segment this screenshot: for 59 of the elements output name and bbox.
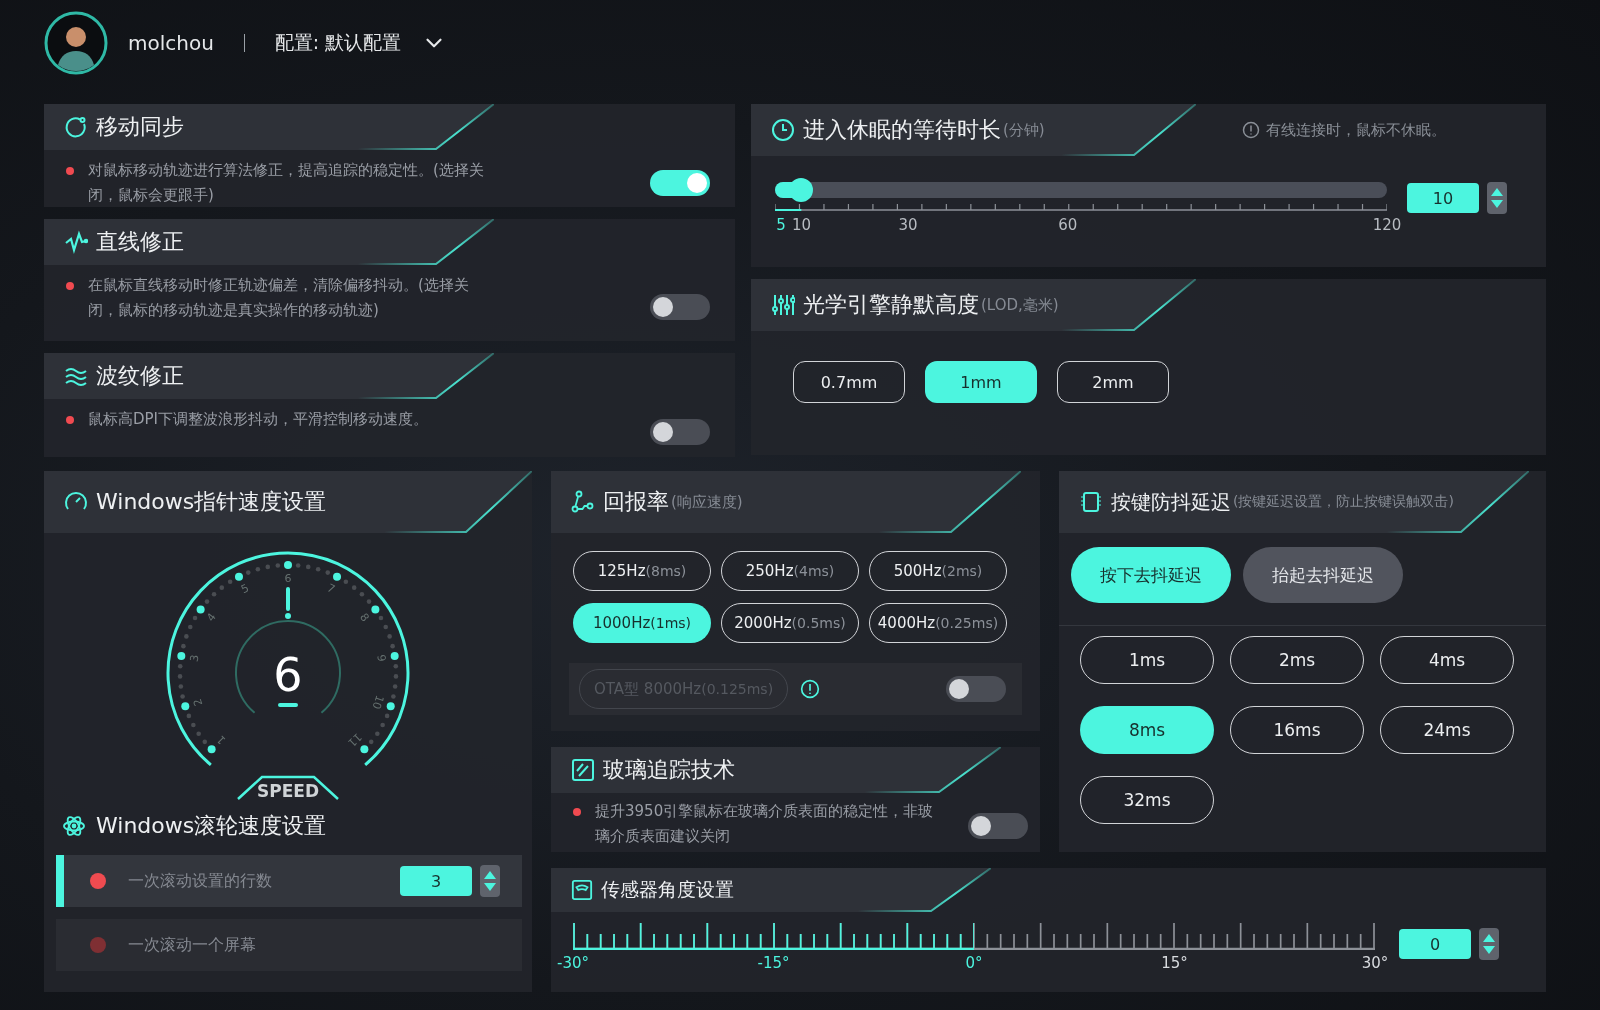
card-title: Windows指针速度设置 [96, 488, 327, 516]
card-title: 传感器角度设置 [601, 877, 734, 902]
card-subtitle: (LOD,毫米) [981, 295, 1059, 315]
dial-label: 5 [239, 581, 252, 597]
dial-label: 8 [357, 610, 372, 625]
card-title: 进入休眠的等待时长 [803, 116, 1001, 144]
note-text: 有线连接时，鼠标不休眠。 [1266, 120, 1446, 140]
speed-caption: SPEED [257, 781, 319, 801]
tick-label: -15° [757, 954, 790, 972]
tick-label: 5 [776, 216, 786, 234]
card-subtitle: (分钟) [1003, 120, 1045, 140]
card-description: 提升3950引擎鼠标在玻璃介质表面的稳定性，非玻璃介质表面建议关闭 [595, 801, 935, 847]
tick-label: 60 [1058, 216, 1078, 234]
card-title: 按键防抖延迟 [1111, 488, 1231, 516]
username: molchou [128, 31, 214, 55]
tick-label: 120 [1372, 216, 1402, 234]
card-title: 直线修正 [96, 228, 184, 256]
card-title: 光学引擎静默高度 [803, 291, 979, 319]
value-field[interactable]: 3 [400, 866, 472, 896]
profile-label[interactable]: 配置: 默认配置 [274, 30, 402, 56]
mode-button[interactable]: 按下去抖延迟 [1071, 547, 1231, 603]
card-title: 回报率 [603, 488, 669, 516]
dial-label: 11 [345, 730, 365, 750]
card-description: 对鼠标移动轨迹进行算法修正，提高追踪的稳定性。(选择关闭，鼠标会更跟手) [88, 160, 485, 206]
tick-label: 30 [898, 216, 918, 234]
tick-label: 0° [965, 954, 983, 972]
option-button[interactable]: 2mm [1057, 361, 1169, 403]
card-description: 鼠标高DPI下调整波浪形抖动，平滑控制移动速度。 [88, 409, 430, 430]
card-title: 移动同步 [96, 113, 184, 141]
scroll-option[interactable]: 一次滚动一个屏幕 [56, 919, 522, 971]
scroll-option[interactable]: 一次滚动设置的行数 3 [56, 855, 522, 907]
tick-label: 30° [1361, 954, 1389, 972]
dial-label: 6 [284, 572, 292, 585]
dial-label: 4 [204, 610, 219, 625]
speed-value: 6 [273, 648, 303, 702]
dial-label: 2 [190, 696, 206, 708]
option-button[interactable]: 1mm [925, 361, 1037, 403]
option-button[interactable]: 0.7mm [793, 361, 905, 403]
value-field[interactable]: 0 [1399, 929, 1471, 959]
dial-label: 9 [374, 653, 389, 663]
card-subtitle: (按键延迟设置，防止按键误触双击) [1233, 493, 1454, 511]
mode-button[interactable]: 抬起去抖延迟 [1243, 547, 1403, 603]
dial-label: 3 [187, 653, 202, 663]
card-subtitle: (响应速度) [671, 492, 743, 512]
option-label: 一次滚动一个屏幕 [128, 934, 256, 956]
section-title: Windows滚轮速度设置 [96, 812, 327, 840]
card-title: 玻璃追踪技术 [603, 756, 735, 784]
dial-label: 1 [214, 732, 229, 747]
rate-button[interactable]: 1000Hz(1ms) [573, 603, 711, 643]
value-field[interactable]: 10 [1407, 183, 1479, 213]
tick-label: 15° [1161, 954, 1188, 972]
tick-label: -30° [557, 954, 589, 972]
card-description: 在鼠标直线移动时修正轨迹偏差，清除偏移抖动。(选择关闭，鼠标的移动轨迹是真实操作的移动轨迹) [88, 275, 470, 321]
card-title: 波纹修正 [96, 362, 184, 390]
tick-label: 10 [792, 216, 812, 234]
dial-label: 10 [369, 693, 387, 711]
option-label: 一次滚动设置的行数 [128, 870, 272, 892]
dial-label: 7 [324, 581, 337, 597]
delay-button[interactable]: 8ms [1080, 706, 1214, 754]
